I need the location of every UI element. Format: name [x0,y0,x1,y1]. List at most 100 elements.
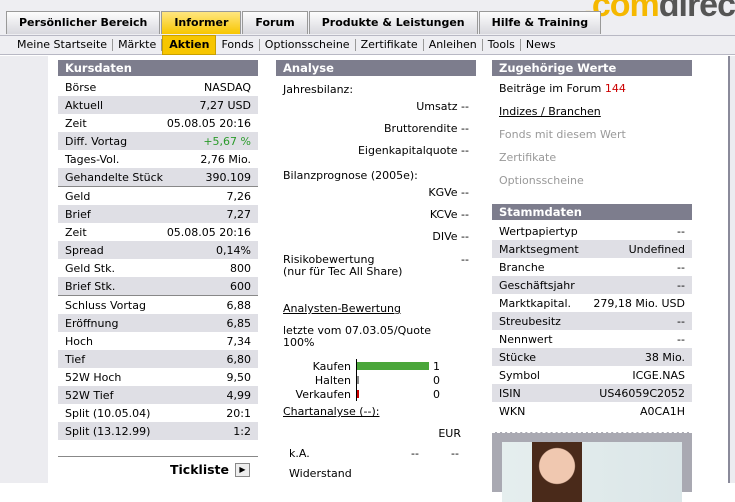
analyse-row: KGVe -- [276,182,476,204]
row-value: 0,14% [216,243,251,257]
table-row: Split (10.05.04) 20:1 [58,404,258,422]
analyse-panel: Analyse Jahresbilanz: Umsatz -- Bruttoren… [276,60,476,480]
row-label: Spread [65,243,104,257]
row-label: Brief [65,207,91,221]
table-row: Gehandelte Stück 390.109 [58,168,258,186]
row-value: 7,26 [226,189,252,203]
row-value: 9,50 [226,370,252,384]
row-label: WKN [499,404,526,418]
analyse-value: -- [461,100,469,113]
eigenkapitalquote-label: Eigenkapitalquote [357,144,458,157]
subnav-tools[interactable]: Tools [483,39,521,51]
analyse-value: -- [461,122,469,135]
advert-image[interactable] [492,432,692,502]
subnav-optionsscheine[interactable]: Optionsscheine [260,39,356,51]
currency: EUR [438,427,461,440]
table-row: ISIN US46059C2052 [492,384,692,402]
analyse-row: Umsatz -- [276,96,476,118]
fonds-link: Fonds mit diesem Wert [499,128,626,141]
ka-row: k.A. -- -- [276,447,476,460]
table-row: Aktuell 7,27 USD [58,96,258,114]
zugehoerig-panel: Zugehörige Werte Beiträge im Forum 144 I… [492,60,692,502]
table-row: Eröffnung 6,85 [58,314,258,332]
row-value: +5,67 % [203,134,251,148]
bruttorendite-label: Bruttorendite [384,122,458,135]
row-label: Branche [499,260,545,274]
tab-hilfe[interactable]: Hilfe & Training [478,11,602,34]
row-label: Eröffnung [65,316,119,330]
ka-label: k.A. [289,447,310,460]
table-row: Geschäftsjahr -- [492,276,692,294]
forum-link[interactable]: Beiträge im Forum 144 [492,77,692,100]
table-row: Börse NASDAQ [58,78,258,96]
row-label: Zeit [65,116,87,130]
row-label: Hoch [65,334,94,348]
table-row: Nennwert -- [492,330,692,348]
row-value: -- [677,278,685,292]
main-nav: Persönlicher Bereich Informer Forum Prod… [6,11,602,34]
row-value: A0CA1H [640,404,685,418]
indizes-link[interactable]: Indizes / Branchen [499,105,601,118]
row-value: 6,85 [226,316,252,330]
row-label: Geld [65,189,91,203]
chartanalyse-link[interactable]: Chartanalyse (--): [283,405,379,418]
row-label: ISIN [499,386,521,400]
subnav-zertifikate[interactable]: Zertifikate [356,39,424,51]
zugehoerig-title: Zugehörige Werte [492,60,692,76]
row-value: 6,88 [226,298,252,312]
kursdaten-panel: Kursdaten Börse NASDAQ Aktuell 7,27 USD Zeit… [58,60,258,482]
analyse-value: -- [461,144,469,157]
row-label: Streubesitz [499,314,561,328]
arrow-right-icon[interactable]: ▶ [235,462,250,477]
table-row: Spread 0,14% [58,241,258,259]
table-row: Tief 6,80 [58,350,258,368]
tab-forum[interactable]: Forum [242,11,308,34]
kgve-label: KGVe [428,186,458,199]
rating-bar-area [356,387,431,401]
dive-label: DIVe [432,230,458,243]
row-value: 38 Mio. [644,350,685,364]
table-row: Streubesitz -- [492,312,692,330]
analysten-bewertung-link[interactable]: Analysten-Bewertung [283,302,401,315]
row-value: -- [677,224,685,238]
zertifikate-link: Zertifikate [499,151,557,164]
tab-produkte[interactable]: Produkte & Leistungen [308,11,478,34]
subnav-fonds[interactable]: Fonds [216,39,260,51]
table-row: Branche -- [492,258,692,276]
subnav-startseite[interactable]: Meine Startseite [12,39,114,51]
row-label: Geschäftsjahr [499,278,575,292]
subnav-maerkte[interactable]: Märkte [113,39,163,51]
subnav-anleihen[interactable]: Anleihen [424,39,483,51]
row-label: 52W Hoch [65,370,122,384]
left-margin [0,56,48,483]
analyse-row: Eigenkapitalquote -- [276,140,476,162]
rating-count: 1 [433,359,440,373]
tab-informer[interactable]: Informer [161,11,242,34]
table-row: Tages-Vol. 2,76 Mio. [58,150,258,168]
row-label: Wertpapiertyp [499,224,578,238]
subnav-aktien[interactable]: Aktien [162,35,217,55]
tab-persoenlicher-bereich[interactable]: Persönlicher Bereich [6,11,161,34]
table-row: Marktsegment Undefined [492,240,692,258]
analyse-value: -- [461,186,469,199]
rating-row-kaufen: Kaufen 1 [276,359,476,373]
row-value: 6,80 [226,352,252,366]
row-value: Undefined [628,242,685,256]
table-row: Geld 7,26 [58,187,258,205]
logo[interactable]: .comdirec [583,0,735,25]
table-row: Symbol ICGE.NAS [492,366,692,384]
tickliste-link[interactable]: Tickliste [170,462,229,477]
table-row: Schluss Vortag 6,88 [58,296,258,314]
subnav-news[interactable]: News [521,39,561,51]
risiko-note: (nur für Tec All Share) [283,265,403,278]
kursdaten-group: Geld 7,26 Brief 7,27 Zeit 05.08.05 20:16 Sprea… [58,186,258,295]
row-label: 52W Tief [65,388,114,402]
table-row: WKN A0CA1H [492,402,692,420]
rating-bar-area [356,373,431,387]
umsatz-label: Umsatz [416,100,458,113]
row-value: 7,27 USD [199,98,252,112]
row-label: Marktsegment [499,242,579,256]
row-label: Brief Stk. [65,279,116,293]
row-value: 7,34 [226,334,252,348]
row-value: -- [677,314,685,328]
